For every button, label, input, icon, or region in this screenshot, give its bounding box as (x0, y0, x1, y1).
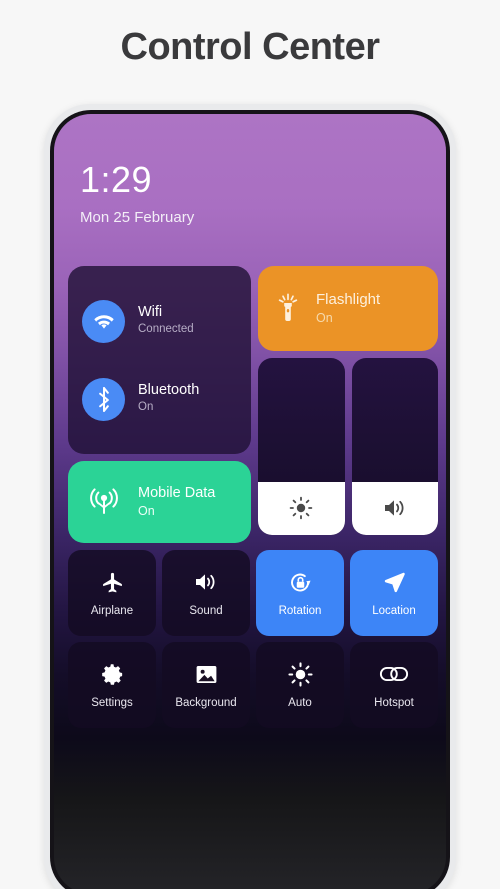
tile-flashlight[interactable]: Flashlight On (258, 266, 438, 351)
lockscreen-clock: 1:29 Mon 25 February (80, 159, 195, 227)
gear-icon (100, 661, 125, 687)
tile-auto-label: Auto (288, 697, 312, 709)
tile-rotation-label: Rotation (278, 605, 322, 617)
tile-bluetooth-label: Bluetooth (138, 382, 200, 399)
image-icon (194, 661, 219, 687)
tile-mobile-data-label: Mobile Data (138, 484, 216, 501)
brightness-slider-fill[interactable] (258, 481, 345, 535)
tile-mobile-data-text: Mobile Data On (138, 484, 215, 520)
phone-screen: 1:29 Mon 25 February Wifi Connected Blue… (54, 114, 446, 889)
tile-background[interactable]: Background (162, 642, 250, 728)
tile-airplane[interactable]: Airplane (68, 550, 156, 636)
hotspot-rings-icon (379, 661, 409, 687)
cell-tower-icon (82, 488, 125, 516)
connectivity-card: Wifi Connected Bluetooth On (68, 266, 251, 454)
tile-bluetooth[interactable]: Bluetooth On (82, 377, 237, 421)
tile-wifi-status: Connected (138, 323, 194, 336)
tile-bluetooth-status: On (138, 401, 154, 414)
clock-time: 1:29 (80, 159, 153, 200)
tile-auto[interactable]: Auto (256, 642, 344, 728)
sun-icon (287, 661, 313, 687)
tile-wifi-label: Wifi (138, 304, 163, 321)
tile-settings-label: Settings (91, 697, 133, 709)
toggle-grid: Airplane Sound Rotation Location Setting… (68, 550, 438, 728)
tile-sound-label: Sound (189, 605, 223, 617)
tile-hotspot[interactable]: Hotspot (350, 642, 438, 728)
panel-top-row: Wifi Connected Bluetooth On Mobile Data … (68, 266, 438, 543)
tile-background-label: Background (175, 697, 237, 709)
rotation-lock-icon (287, 569, 314, 595)
brightness-slider[interactable] (258, 358, 345, 535)
volume-slider[interactable] (351, 358, 438, 535)
control-center-panel: Wifi Connected Bluetooth On Mobile Data … (68, 266, 438, 728)
wifi-icon (82, 299, 125, 343)
location-arrow-icon (381, 569, 407, 595)
volume-icon (382, 497, 408, 519)
tile-wifi-text: Wifi Connected (138, 303, 194, 338)
flashlight-icon (274, 292, 302, 326)
panel-right-column: Flashlight On (258, 266, 438, 543)
volume-slider-fill[interactable] (351, 481, 438, 535)
page-title: Control Center (120, 26, 381, 68)
tile-location-label: Location (372, 605, 416, 617)
tile-settings[interactable]: Settings (68, 642, 156, 728)
panel-left-column: Wifi Connected Bluetooth On Mobile Data … (68, 266, 251, 543)
tile-airplane-label: Airplane (90, 605, 134, 617)
bluetooth-icon (82, 377, 125, 421)
brightness-icon (289, 496, 313, 520)
tile-rotation[interactable]: Rotation (256, 550, 344, 636)
tile-bluetooth-text: Bluetooth On (138, 381, 199, 416)
tile-hotspot-label: Hotspot (374, 697, 414, 709)
toggle-row-2: Settings Background Auto Hotspot (68, 642, 438, 728)
tile-mobile-data-status: On (138, 503, 155, 518)
app-root: Control Center 1:29 Mon 25 February Wifi… (0, 0, 500, 889)
tile-wifi[interactable]: Wifi Connected (82, 299, 237, 343)
tile-mobile-data[interactable]: Mobile Data On (68, 461, 251, 543)
airplane-icon (100, 569, 125, 595)
tile-location[interactable]: Location (350, 550, 438, 636)
volume-icon (193, 569, 219, 595)
slider-group (258, 358, 438, 535)
clock-date: Mon 25 February (80, 209, 195, 226)
tile-sound[interactable]: Sound (162, 550, 250, 636)
phone-frame: 1:29 Mon 25 February Wifi Connected Blue… (44, 104, 456, 889)
toggle-row-1: Airplane Sound Rotation Location (68, 550, 438, 636)
tile-flashlight-status: On (316, 310, 333, 325)
phone-bezel: 1:29 Mon 25 February Wifi Connected Blue… (50, 110, 450, 889)
tile-flashlight-text: Flashlight On (316, 290, 380, 327)
tile-flashlight-label: Flashlight (316, 291, 381, 308)
